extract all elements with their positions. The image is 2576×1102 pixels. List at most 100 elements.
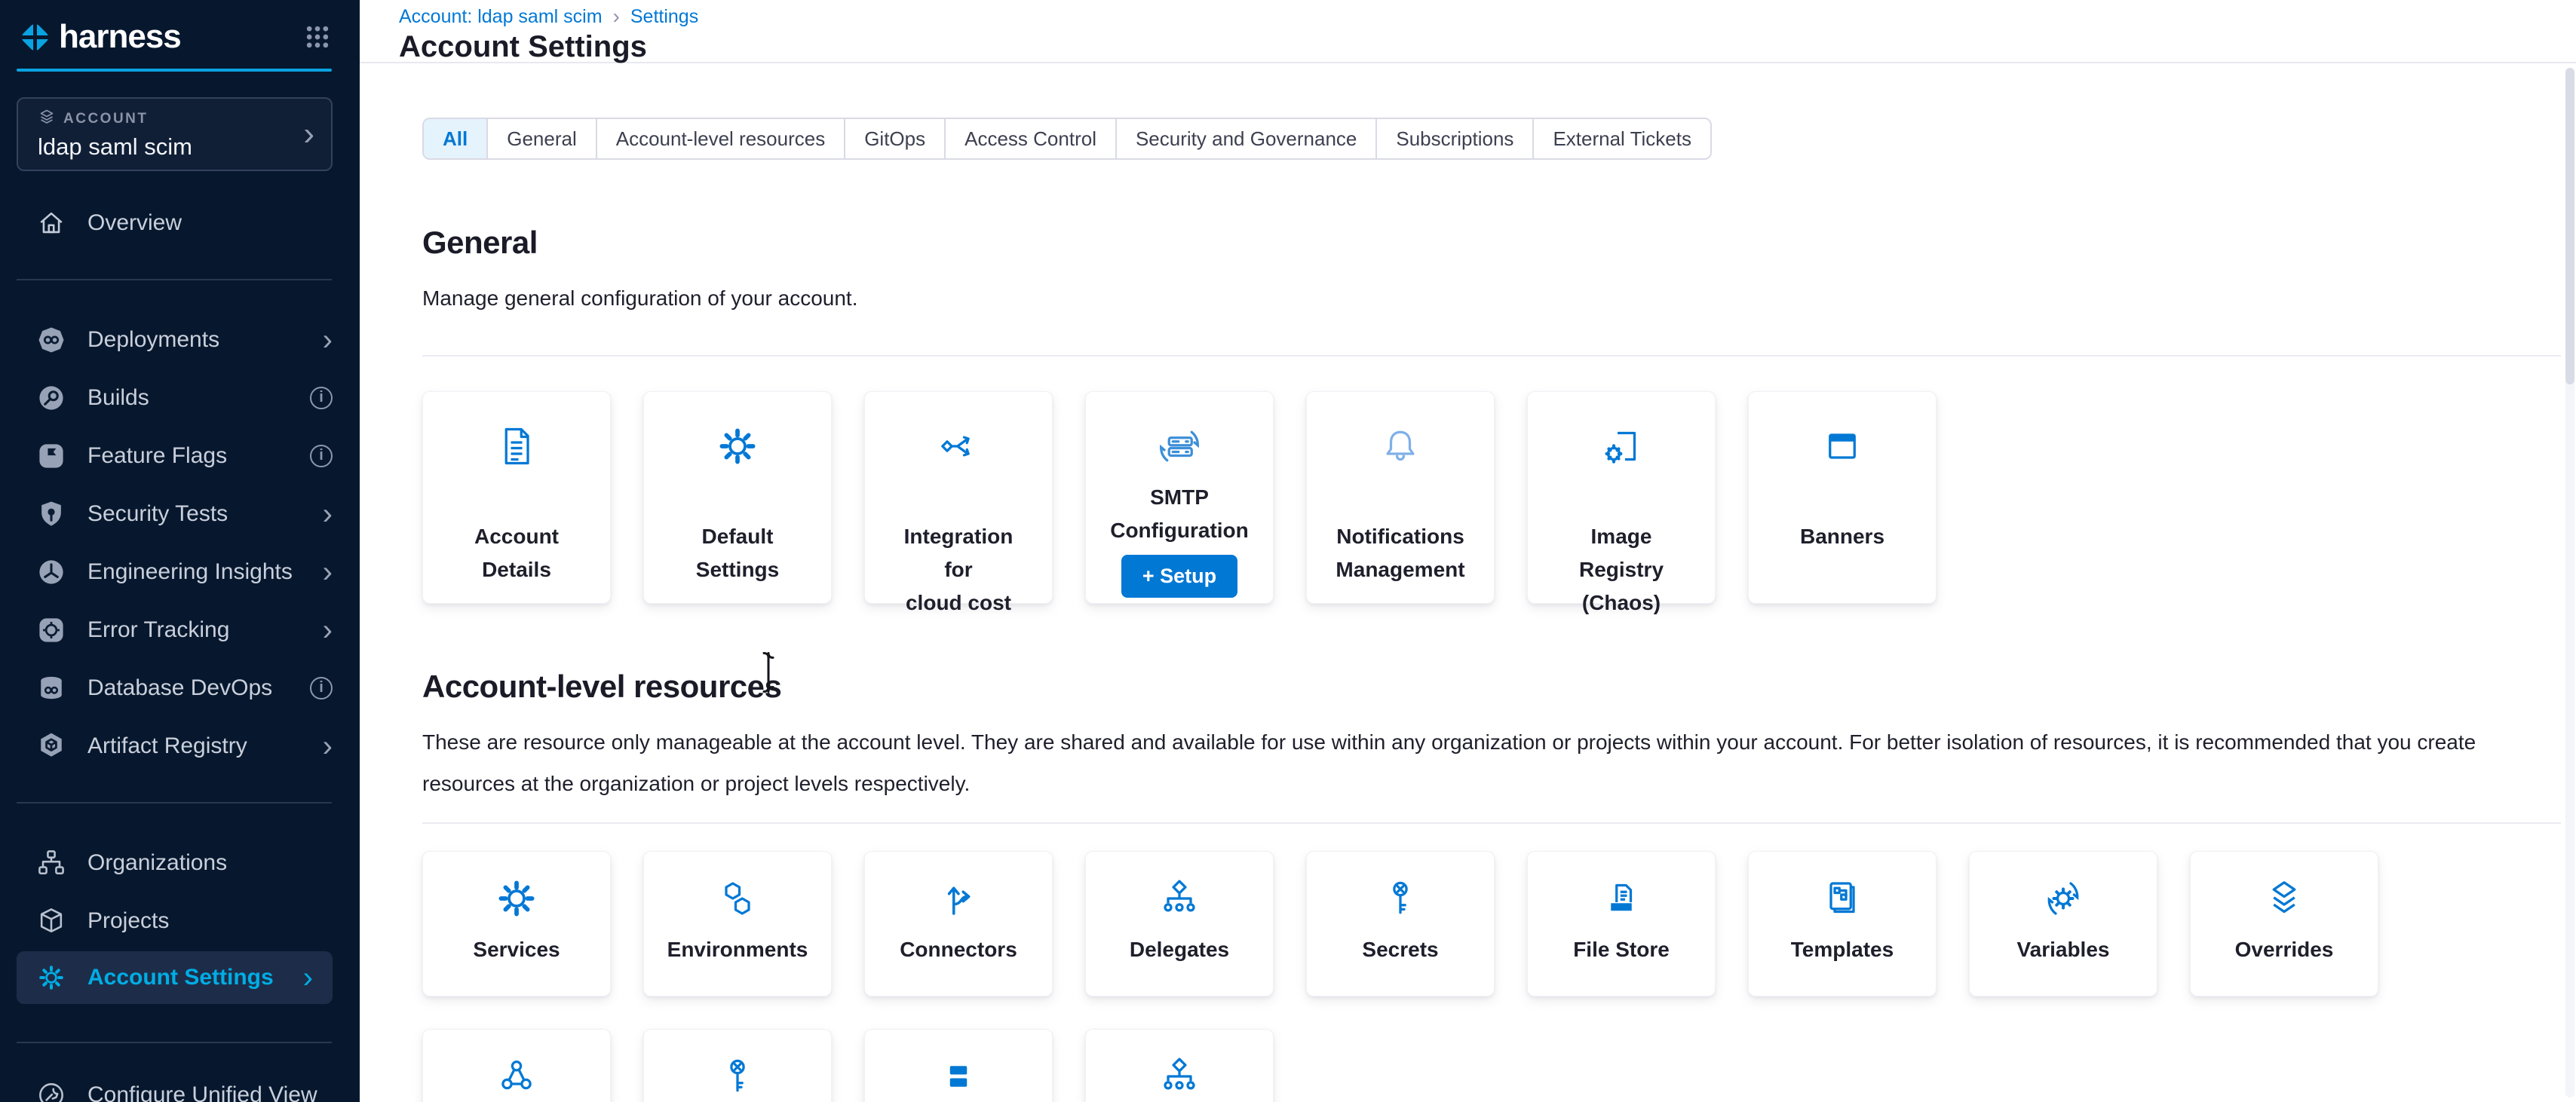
card-notifications-management[interactable]: Notifications Management — [1306, 391, 1495, 604]
account-scope-selector[interactable]: ACCOUNT ldap saml scim › — [17, 97, 333, 171]
sidebar-item-security-tests[interactable]: Security Tests › — [0, 485, 360, 543]
feature-flags-icon — [35, 439, 68, 473]
overrides-icon — [2262, 876, 2307, 921]
card-banners[interactable]: Banners — [1748, 391, 1937, 604]
card-integration-for-cloud-cost[interactable]: Integration for cloud cost — [864, 391, 1053, 604]
environments-icon — [715, 876, 760, 921]
setup-button[interactable]: + Setup — [1121, 555, 1237, 598]
sidebar-item-deployments[interactable]: Deployments › — [0, 311, 360, 369]
card-image-registry-chaos[interactable]: Image Registry (Chaos) — [1527, 391, 1716, 604]
tab-general[interactable]: General — [488, 119, 597, 158]
tab-external-tickets[interactable]: External Tickets — [1534, 119, 1710, 158]
resource-cards: Services Environments Connectors Delegat… — [422, 851, 2561, 996]
chevron-right-icon: › — [323, 731, 333, 761]
image-registry-icon — [1599, 424, 1644, 469]
sidebar-divider — [17, 802, 332, 804]
card[interactable] — [864, 1029, 1053, 1102]
card-account-details[interactable]: Account Details — [422, 391, 611, 604]
card-variables[interactable]: Variables — [1969, 851, 2157, 996]
tab-access-control[interactable]: Access Control — [946, 119, 1117, 158]
tab-account-level-resources[interactable]: Account-level resources — [597, 119, 845, 158]
card-environments[interactable]: Environments — [643, 851, 832, 996]
projects-icon — [35, 905, 68, 938]
general-section-title: General — [422, 225, 2561, 261]
templates-icon — [1820, 876, 1865, 921]
sidebar-item-engineering-insights[interactable]: Engineering Insights › — [0, 543, 360, 601]
sidebar-item-error-tracking[interactable]: Error Tracking › — [0, 601, 360, 659]
tab-gitops[interactable]: GitOps — [845, 119, 946, 158]
sidebar-item-artifact-registry[interactable]: Artifact Registry › — [0, 717, 360, 775]
card-overrides[interactable]: Overrides — [2190, 851, 2378, 996]
card-feature[interactable]: Feature — [643, 1029, 832, 1102]
breadcrumb-settings-link[interactable]: Settings — [630, 6, 698, 27]
resource-cards-overflow: Feature DDOD — [422, 1029, 2561, 1102]
sidebar-header: harness — [0, 0, 360, 56]
card-delegates[interactable]: Delegates — [1085, 851, 1274, 996]
accent-divider — [17, 69, 332, 72]
card-smtp-configuration[interactable]: SMTP Configuration + Setup — [1085, 391, 1274, 604]
scrollbar-thumb[interactable] — [2565, 68, 2574, 384]
breadcrumb-account-link[interactable]: Account: ldap saml scim — [399, 6, 603, 27]
document-icon — [494, 424, 539, 469]
card[interactable] — [422, 1029, 611, 1102]
sidebar-item-builds[interactable]: Builds i — [0, 369, 360, 427]
settings-tabs: AllGeneralAccount-level resourcesGitOpsA… — [422, 118, 1712, 160]
logo-text: harness — [59, 18, 181, 56]
sidebar-item-feature-flags[interactable]: Feature Flags i — [0, 427, 360, 485]
chevron-right-icon: › — [613, 6, 620, 27]
sidebar-item-database-devops[interactable]: Database DevOps i — [0, 659, 360, 717]
tab-subscriptions[interactable]: Subscriptions — [1377, 119, 1534, 158]
account-settings-icon — [35, 961, 68, 994]
resources-section-title: Account-level resources — [422, 669, 2561, 705]
sidebar-item-configure-unified-view[interactable]: Configure Unified View — [0, 1066, 360, 1102]
card-file-store[interactable]: File Store — [1527, 851, 1716, 996]
chevron-right-icon: › — [323, 325, 333, 355]
card-services[interactable]: Services — [422, 851, 611, 996]
cloud-cost-icon — [936, 424, 981, 469]
organizations-icon — [35, 846, 68, 880]
sidebar-divider — [17, 279, 332, 280]
sidebar-divider — [17, 1042, 332, 1043]
card-templates[interactable]: Templates — [1748, 851, 1937, 996]
split-icon — [936, 1054, 981, 1099]
tab-security-and-governance[interactable]: Security and Governance — [1117, 119, 1377, 158]
sidebar: harness ACCOUNT ldap saml scim › Overvie… — [0, 0, 360, 1102]
account-name: ldap saml scim — [38, 133, 303, 161]
info-icon[interactable]: i — [310, 387, 333, 409]
section-divider — [422, 822, 2561, 824]
sidebar-item-organizations[interactable]: Organizations — [0, 834, 360, 892]
banner-icon — [1820, 424, 1865, 469]
delegates-icon — [1157, 876, 1202, 921]
connectors-icon — [936, 876, 981, 921]
variables-icon — [2041, 876, 2086, 921]
main-content: Account: ldap saml scim › Settings Accou… — [360, 0, 2576, 1102]
unified-view-icon — [35, 1079, 68, 1102]
card-default-settings[interactable]: Default Settings — [643, 391, 832, 604]
card-connectors[interactable]: Connectors — [864, 851, 1053, 996]
sidebar-item-projects[interactable]: Projects — [0, 892, 360, 950]
page-header: Account: ldap saml scim › Settings Accou… — [360, 0, 2576, 63]
sidebar-item-account-settings[interactable]: Account Settings › — [17, 951, 333, 1004]
chevron-right-icon: › — [323, 499, 333, 529]
card-ddod[interactable]: DDOD — [1085, 1029, 1274, 1102]
bell-icon — [1378, 424, 1423, 469]
gear-icon — [715, 424, 760, 469]
harness-logo[interactable]: harness — [17, 18, 181, 56]
page-scrollbar[interactable] — [2565, 68, 2574, 1097]
builds-icon — [35, 381, 68, 415]
account-scope-info: ACCOUNT ldap saml scim — [38, 108, 303, 161]
tab-all[interactable]: All — [424, 119, 488, 158]
chevron-right-icon: › — [323, 615, 333, 645]
deployments-icon — [35, 323, 68, 357]
sidebar-item-overview[interactable]: Overview — [0, 194, 360, 252]
account-scope-label: ACCOUNT — [63, 111, 149, 127]
section-divider — [422, 355, 2561, 357]
info-icon[interactable]: i — [310, 677, 333, 699]
info-icon[interactable]: i — [310, 445, 333, 467]
app-grid-icon[interactable] — [302, 22, 333, 52]
page-title: Account Settings — [399, 30, 2576, 63]
card-secrets[interactable]: Secrets — [1306, 851, 1495, 996]
breadcrumb: Account: ldap saml scim › Settings — [399, 6, 2576, 27]
general-section-description: Manage general configuration of your acc… — [422, 277, 2561, 319]
chevron-right-icon: › — [303, 963, 313, 993]
